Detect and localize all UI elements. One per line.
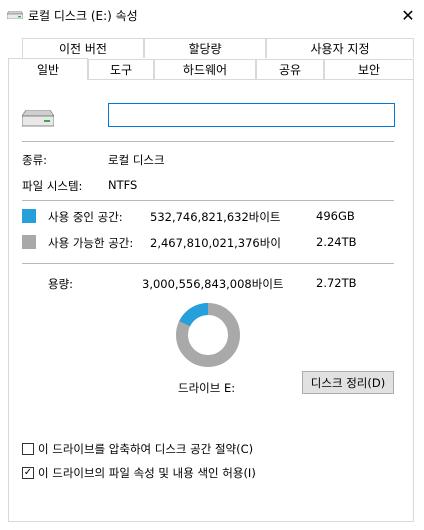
capacity-label: 용량:	[48, 277, 74, 291]
compress-label[interactable]: 이 드라이브를 압축하여 디스크 공간 절약(C)	[38, 441, 253, 457]
used-space-swatch	[22, 209, 36, 223]
capacity-bytes: 3,000,556,843,008바이트	[142, 277, 284, 291]
disk-cleanup-button[interactable]: 디스크 정리(D)	[302, 371, 394, 394]
drive-icon	[22, 110, 54, 127]
index-checkbox[interactable]: ✓	[22, 467, 34, 479]
separator	[22, 200, 394, 201]
capacity-size: 2.72TB	[316, 276, 357, 290]
free-space-size: 2.24TB	[316, 235, 357, 249]
free-space-swatch	[22, 235, 36, 249]
file-system-label: 파일 시스템:	[22, 179, 83, 193]
drive-letter-label: 드라이브 E:	[178, 381, 236, 395]
type-label: 종류:	[22, 153, 48, 167]
used-space-label: 사용 중인 공간:	[48, 210, 123, 224]
index-label[interactable]: 이 드라이브의 파일 속성 및 내용 색인 허용(I)	[38, 465, 256, 481]
drive-name-input[interactable]	[108, 103, 395, 127]
separator	[22, 263, 394, 264]
tab-label: 일반	[36, 63, 60, 77]
used-space-bytes: 532,746,821,632바이트	[150, 210, 281, 224]
free-space-bytes: 2,467,810,021,376바이	[150, 236, 281, 250]
type-value: 로컬 디스크	[108, 153, 165, 167]
used-space-size: 496GB	[316, 209, 355, 223]
separator	[22, 141, 394, 142]
disk-usage-donut	[176, 303, 240, 367]
used-space-arc	[179, 303, 209, 327]
tab-general[interactable]: 일반	[8, 58, 88, 80]
compress-checkbox[interactable]	[22, 443, 34, 455]
file-system-value: NTFS	[108, 178, 138, 192]
free-space-label: 사용 가능한 공간:	[48, 236, 134, 250]
